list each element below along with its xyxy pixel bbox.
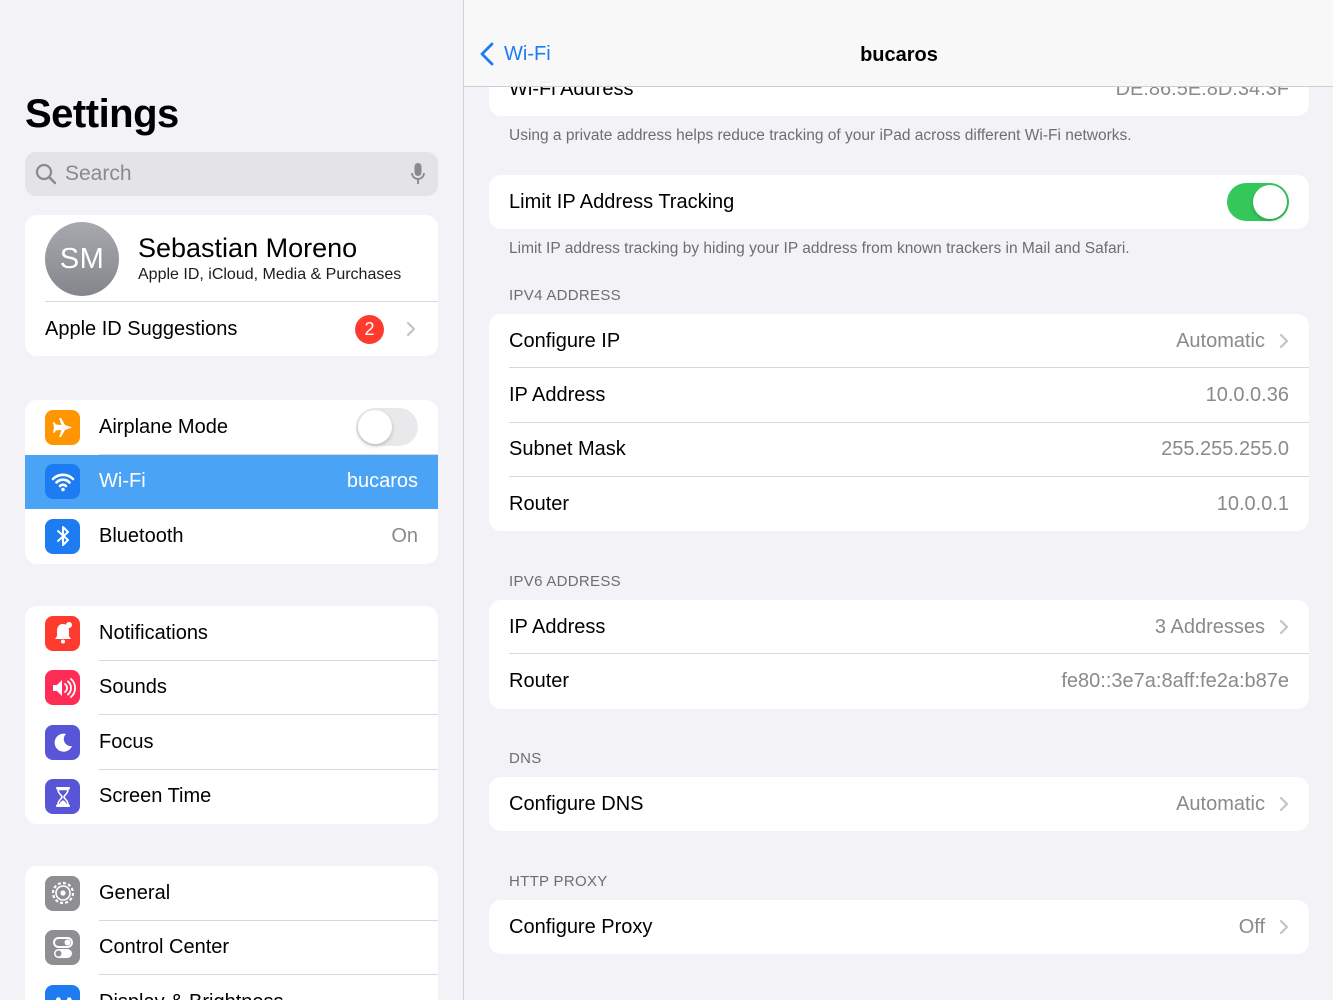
sidebar-item-label: Wi-Fi xyxy=(99,470,146,493)
ipv4-router-label: Router xyxy=(509,492,570,515)
dns-section-header: DNS xyxy=(509,750,542,767)
sidebar-item-label: Screen Time xyxy=(99,785,212,808)
sidebar-item-display-brightness[interactable]: AA Display & Brightness xyxy=(25,975,438,1000)
moon-icon xyxy=(45,724,80,760)
gear-icon xyxy=(45,875,80,911)
dns-card: Configure DNS Automatic xyxy=(489,777,1309,832)
airplane-icon xyxy=(45,409,80,445)
page-title: bucaros xyxy=(860,44,938,66)
avatar[interactable]: SM xyxy=(45,222,119,296)
search-input[interactable]: Search xyxy=(65,162,410,186)
ipv6-router-value: fe80::3e7a:8aff:fe2a:b87e xyxy=(1061,669,1289,692)
bluetooth-icon xyxy=(45,518,80,554)
microphone-icon[interactable] xyxy=(410,162,426,186)
configure-ip-value: Automatic xyxy=(1176,329,1265,352)
bell-icon xyxy=(45,615,80,651)
sidebar-item-bluetooth[interactable]: Bluetooth On xyxy=(25,509,438,564)
sidebar-item-screen-time[interactable]: Screen Time xyxy=(25,770,438,825)
subnet-mask-row: Subnet Mask 255.255.255.0 xyxy=(489,423,1309,477)
ipv4-ip-address-label: IP Address xyxy=(509,383,606,406)
attention-group: Notifications Sounds Focus Screen Time xyxy=(25,606,438,824)
sidebar-item-label: Focus xyxy=(99,730,154,753)
sidebar-item-label: Airplane Mode xyxy=(99,415,228,438)
ipv6-router-label: Router xyxy=(509,669,570,692)
subnet-mask-value: 255.255.255.0 xyxy=(1161,438,1289,461)
ipv4-card: Configure IP Automatic IP Address 10.0.0… xyxy=(489,314,1309,532)
brightness-icon: AA xyxy=(45,984,80,1000)
sidebar-item-sounds[interactable]: Sounds xyxy=(25,661,438,715)
configure-dns-value: Automatic xyxy=(1176,792,1265,815)
wifi-detail-pane: Wi-Fi bucaros Wi-Fi Address DE:86:5E:8D:… xyxy=(463,0,1333,1000)
chevron-right-icon xyxy=(1279,620,1289,635)
configure-dns-label: Configure DNS xyxy=(509,792,644,815)
sidebar-item-label: General xyxy=(99,881,171,904)
sidebar-item-notifications[interactable]: Notifications xyxy=(25,606,438,661)
apple-id-suggestions-row[interactable]: Apple ID Suggestions 2 xyxy=(25,302,438,356)
ipv6-router-row: Router fe80::3e7a:8aff:fe2a:b87e xyxy=(489,654,1309,708)
notification-badge: 2 xyxy=(355,314,384,344)
chevron-right-icon xyxy=(406,321,416,337)
wifi-network-value: bucaros xyxy=(346,470,418,493)
ipv4-ip-address-value: 10.0.0.36 xyxy=(1205,383,1289,406)
private-address-note: Using a private address helps reduce tra… xyxy=(509,127,1132,144)
ipv4-section-header: IPV4 ADDRESS xyxy=(509,287,621,304)
subnet-mask-label: Subnet Mask xyxy=(509,438,626,461)
limit-tracking-card: Limit IP Address Tracking xyxy=(489,175,1309,230)
configure-proxy-row[interactable]: Configure Proxy Off xyxy=(489,900,1309,954)
sidebar-item-control-center[interactable]: Control Center xyxy=(25,921,438,975)
search-icon xyxy=(35,163,57,185)
sidebar-item-label: Display & Brightness xyxy=(99,991,438,1000)
general-group: General Control Center AA Display & Brig… xyxy=(25,866,438,1000)
ipv4-ip-address-row: IP Address 10.0.0.36 xyxy=(489,368,1309,423)
sidebar: Settings Search SM Sebastian Moreno Appl… xyxy=(0,0,463,1000)
profile-name: Sebastian Moreno xyxy=(138,233,358,263)
sidebar-item-label: Bluetooth xyxy=(99,524,184,547)
http-proxy-card: Configure Proxy Off xyxy=(489,900,1309,955)
chevron-right-icon xyxy=(1279,920,1289,935)
bluetooth-status-value: On xyxy=(391,524,418,547)
profile-subtitle: Apple ID, iCloud, Media & Purchases xyxy=(138,266,402,283)
speaker-icon xyxy=(45,670,80,706)
search-bar[interactable]: Search xyxy=(25,152,438,196)
configure-ip-label: Configure IP xyxy=(509,329,621,352)
sidebar-item-wifi[interactable]: Wi-Fi bucaros xyxy=(25,454,438,509)
apple-id-card[interactable]: SM Sebastian Moreno Apple ID, iCloud, Me… xyxy=(25,215,438,356)
ipv6-ip-address-value: 3 Addresses xyxy=(1154,615,1265,638)
limit-ip-tracking-row[interactable]: Limit IP Address Tracking xyxy=(489,175,1309,229)
sidebar-item-airplane-mode[interactable]: Airplane Mode xyxy=(25,400,438,455)
sidebar-item-focus[interactable]: Focus xyxy=(25,715,438,770)
sidebar-item-label: Control Center xyxy=(99,936,230,959)
hourglass-icon xyxy=(45,779,80,815)
limit-ip-tracking-toggle[interactable] xyxy=(1227,183,1289,222)
limit-ip-tracking-label: Limit IP Address Tracking xyxy=(509,190,735,213)
connectivity-group: Airplane Mode Wi-Fi bucaros Bluetooth On xyxy=(25,400,438,564)
sidebar-item-label: Notifications xyxy=(99,621,208,644)
ipv4-router-value: 10.0.0.1 xyxy=(1216,492,1289,515)
sidebar-title: Settings xyxy=(25,92,179,136)
configure-ip-row[interactable]: Configure IP Automatic xyxy=(489,314,1309,369)
configure-proxy-label: Configure Proxy xyxy=(509,915,653,938)
ipv4-router-row: Router 10.0.0.1 xyxy=(489,477,1309,531)
wifi-icon xyxy=(45,464,80,500)
ipv6-card: IP Address 3 Addresses Router fe80::3e7a… xyxy=(489,600,1309,709)
chevron-right-icon xyxy=(1279,334,1289,349)
navigation-bar: Wi-Fi bucaros xyxy=(464,0,1333,87)
chevron-right-icon xyxy=(1279,797,1289,812)
switches-icon xyxy=(45,930,80,966)
apple-id-suggestions-label: Apple ID Suggestions xyxy=(45,317,238,340)
airplane-mode-toggle[interactable] xyxy=(356,408,418,447)
sidebar-item-general[interactable]: General xyxy=(25,866,438,921)
limit-tracking-note: Limit IP address tracking by hiding your… xyxy=(509,240,1130,257)
svg-text:AA: AA xyxy=(53,996,75,1000)
ipv6-ip-address-label: IP Address xyxy=(509,615,606,638)
configure-proxy-value: Off xyxy=(1238,915,1265,938)
http-proxy-section-header: HTTP PROXY xyxy=(509,873,608,890)
ipv6-ip-address-row[interactable]: IP Address 3 Addresses xyxy=(489,600,1309,655)
ipv6-section-header: IPV6 ADDRESS xyxy=(509,573,621,590)
sidebar-item-label: Sounds xyxy=(99,676,167,699)
configure-dns-row[interactable]: Configure DNS Automatic xyxy=(489,777,1309,831)
